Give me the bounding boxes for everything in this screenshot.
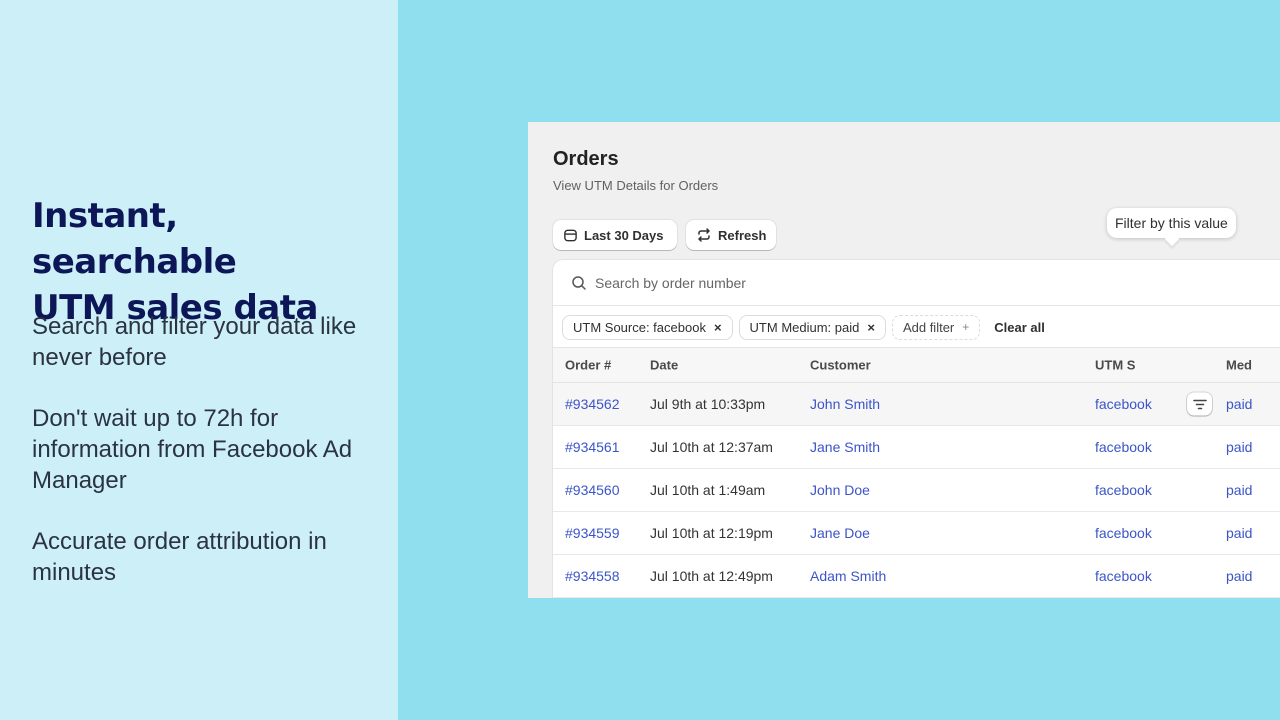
table-row[interactable]: #934561 Jul 10th at 12:37am Jane Smith f… [553, 426, 1280, 469]
plus-icon: + [962, 320, 970, 334]
utm-medium-link[interactable]: paid [1226, 525, 1252, 541]
filter-chip-utm-source[interactable]: UTM Source: facebook × [562, 314, 733, 340]
filter-lines-icon [1192, 399, 1207, 409]
order-number-link[interactable]: #934562 [565, 396, 620, 412]
column-header-utm-medium[interactable]: Med [1226, 358, 1252, 373]
order-number-link[interactable]: #934559 [565, 525, 620, 541]
orders-table: Order # Date Customer UTM S Med #934562 … [553, 347, 1280, 598]
refresh-button[interactable]: Refresh [686, 220, 776, 250]
column-header-order[interactable]: Order # [565, 358, 611, 373]
headline-line-1: Instant, searchable [32, 196, 237, 282]
calendar-icon [564, 229, 577, 241]
utm-medium-link[interactable]: paid [1226, 396, 1252, 412]
utm-source-link[interactable]: facebook [1095, 396, 1152, 412]
column-header-customer[interactable]: Customer [810, 358, 871, 373]
page-title: Orders [553, 148, 619, 170]
order-date: Jul 10th at 12:49pm [650, 568, 773, 584]
customer-link[interactable]: John Doe [810, 482, 870, 498]
search-bar [553, 260, 1280, 306]
date-range-button[interactable]: Last 30 Days [553, 220, 677, 250]
filter-chip-utm-medium[interactable]: UTM Medium: paid × [738, 314, 886, 340]
marketing-panel: Instant, searchable UTM sales data Searc… [0, 0, 398, 720]
table-row[interactable]: #934560 Jul 10th at 1:49am John Doe face… [553, 469, 1280, 512]
search-input[interactable] [595, 274, 1095, 291]
orders-app-screenshot: Orders View UTM Details for Orders Last … [528, 122, 1280, 598]
add-filter-button[interactable]: Add filter + [891, 314, 981, 340]
utm-source-link[interactable]: facebook [1095, 482, 1152, 498]
feature-point-3: Accurate order attribution in minutes [32, 528, 327, 586]
close-icon[interactable]: × [714, 320, 722, 335]
utm-source-link[interactable]: facebook [1095, 568, 1152, 584]
column-header-date[interactable]: Date [650, 358, 678, 373]
table-header: Order # Date Customer UTM S Med [553, 347, 1280, 383]
filter-by-value-button[interactable] [1187, 392, 1212, 416]
customer-link[interactable]: Jane Smith [810, 439, 880, 455]
feature-point-2: Don't wait up to 72h for information fro… [32, 405, 353, 494]
close-icon[interactable]: × [867, 320, 875, 335]
table-row[interactable]: #934559 Jul 10th at 12:19pm Jane Doe fac… [553, 512, 1280, 555]
refresh-label: Refresh [718, 227, 767, 243]
order-date: Jul 10th at 1:49am [650, 482, 766, 498]
feature-point-1: Search and filter your data like never b… [32, 313, 357, 371]
filter-tooltip: Filter by this value [1107, 208, 1236, 238]
order-date: Jul 10th at 12:19pm [650, 525, 773, 541]
utm-medium-link[interactable]: paid [1226, 439, 1252, 455]
clear-all-button[interactable]: Clear all [994, 320, 1045, 335]
order-date: Jul 10th at 12:37am [650, 439, 773, 455]
column-header-utm-source[interactable]: UTM S [1095, 358, 1135, 373]
utm-medium-link[interactable]: paid [1226, 482, 1252, 498]
customer-link[interactable]: Jane Doe [810, 525, 870, 541]
utm-source-link[interactable]: facebook [1095, 439, 1152, 455]
filter-bar: UTM Source: facebook × UTM Medium: paid … [553, 307, 1280, 347]
date-range-label: Last 30 Days [584, 227, 664, 243]
add-filter-label: Add filter [902, 319, 955, 335]
refresh-icon [698, 228, 710, 242]
filter-chip-label: UTM Medium: paid [749, 319, 860, 335]
utm-source-link[interactable]: facebook [1095, 525, 1152, 541]
page-subtitle: View UTM Details for Orders [553, 178, 719, 193]
table-row[interactable]: #934562 Jul 9th at 10:33pm John Smith fa… [553, 383, 1280, 426]
orders-card: UTM Source: facebook × UTM Medium: paid … [553, 260, 1280, 598]
order-number-link[interactable]: #934561 [565, 439, 620, 455]
order-date: Jul 9th at 10:33pm [650, 396, 766, 412]
order-number-link[interactable]: #934558 [565, 568, 620, 584]
order-number-link[interactable]: #934560 [565, 482, 620, 498]
customer-link[interactable]: John Smith [810, 396, 880, 412]
filter-chip-label: UTM Source: facebook [573, 319, 706, 335]
search-icon [572, 275, 586, 290]
utm-medium-link[interactable]: paid [1226, 568, 1252, 584]
table-row[interactable]: #934558 Jul 10th at 12:49pm Adam Smith f… [553, 555, 1280, 598]
customer-link[interactable]: Adam Smith [810, 568, 886, 584]
